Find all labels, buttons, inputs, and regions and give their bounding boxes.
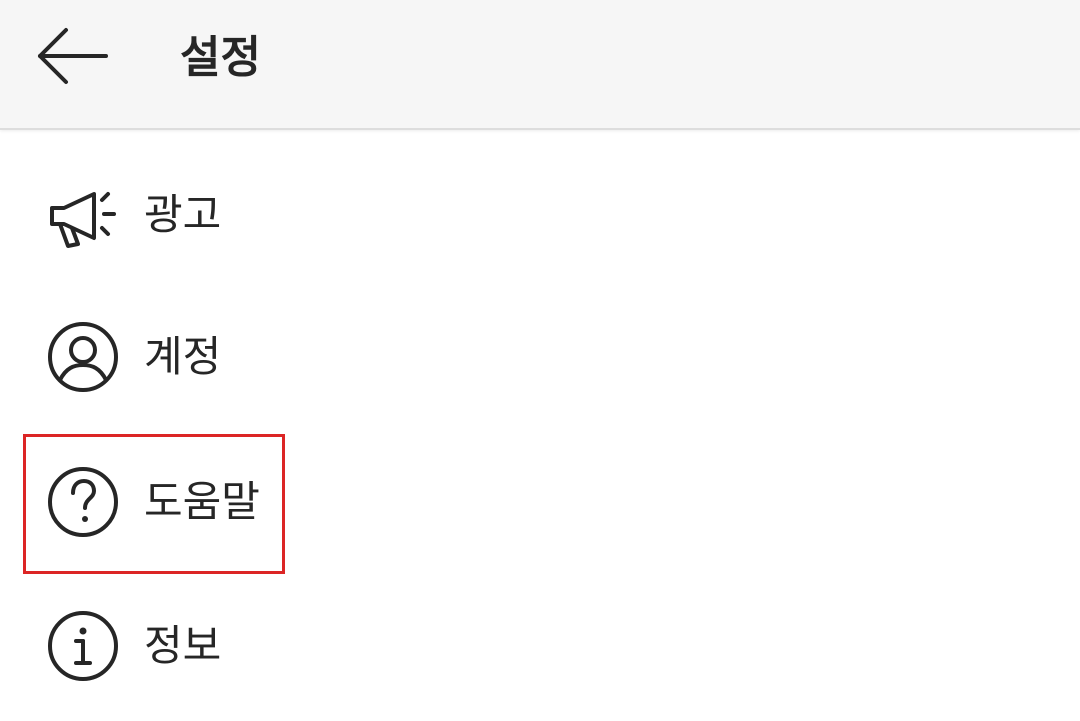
menu-item-help[interactable]: 도움말 bbox=[0, 432, 1080, 572]
account-circle-icon bbox=[44, 318, 122, 396]
page-title: 설정 bbox=[180, 32, 261, 83]
menu-item-account[interactable]: 계정 bbox=[0, 287, 1080, 427]
menu-item-label: 광고 bbox=[144, 190, 222, 239]
menu-item-label: 계정 bbox=[144, 332, 222, 381]
arrow-left-icon bbox=[38, 28, 108, 84]
menu-item-label: 정보 bbox=[144, 621, 222, 670]
menu-item-label: 도움말 bbox=[144, 477, 260, 526]
info-circle-icon bbox=[44, 607, 122, 685]
help-circle-icon bbox=[44, 463, 122, 541]
menu-item-ads[interactable]: 광고 bbox=[0, 145, 1080, 285]
menu-item-info[interactable]: 정보 bbox=[0, 576, 1080, 716]
megaphone-icon bbox=[44, 176, 122, 254]
app-header: 설정 bbox=[0, 0, 1080, 130]
back-button[interactable] bbox=[28, 20, 116, 92]
